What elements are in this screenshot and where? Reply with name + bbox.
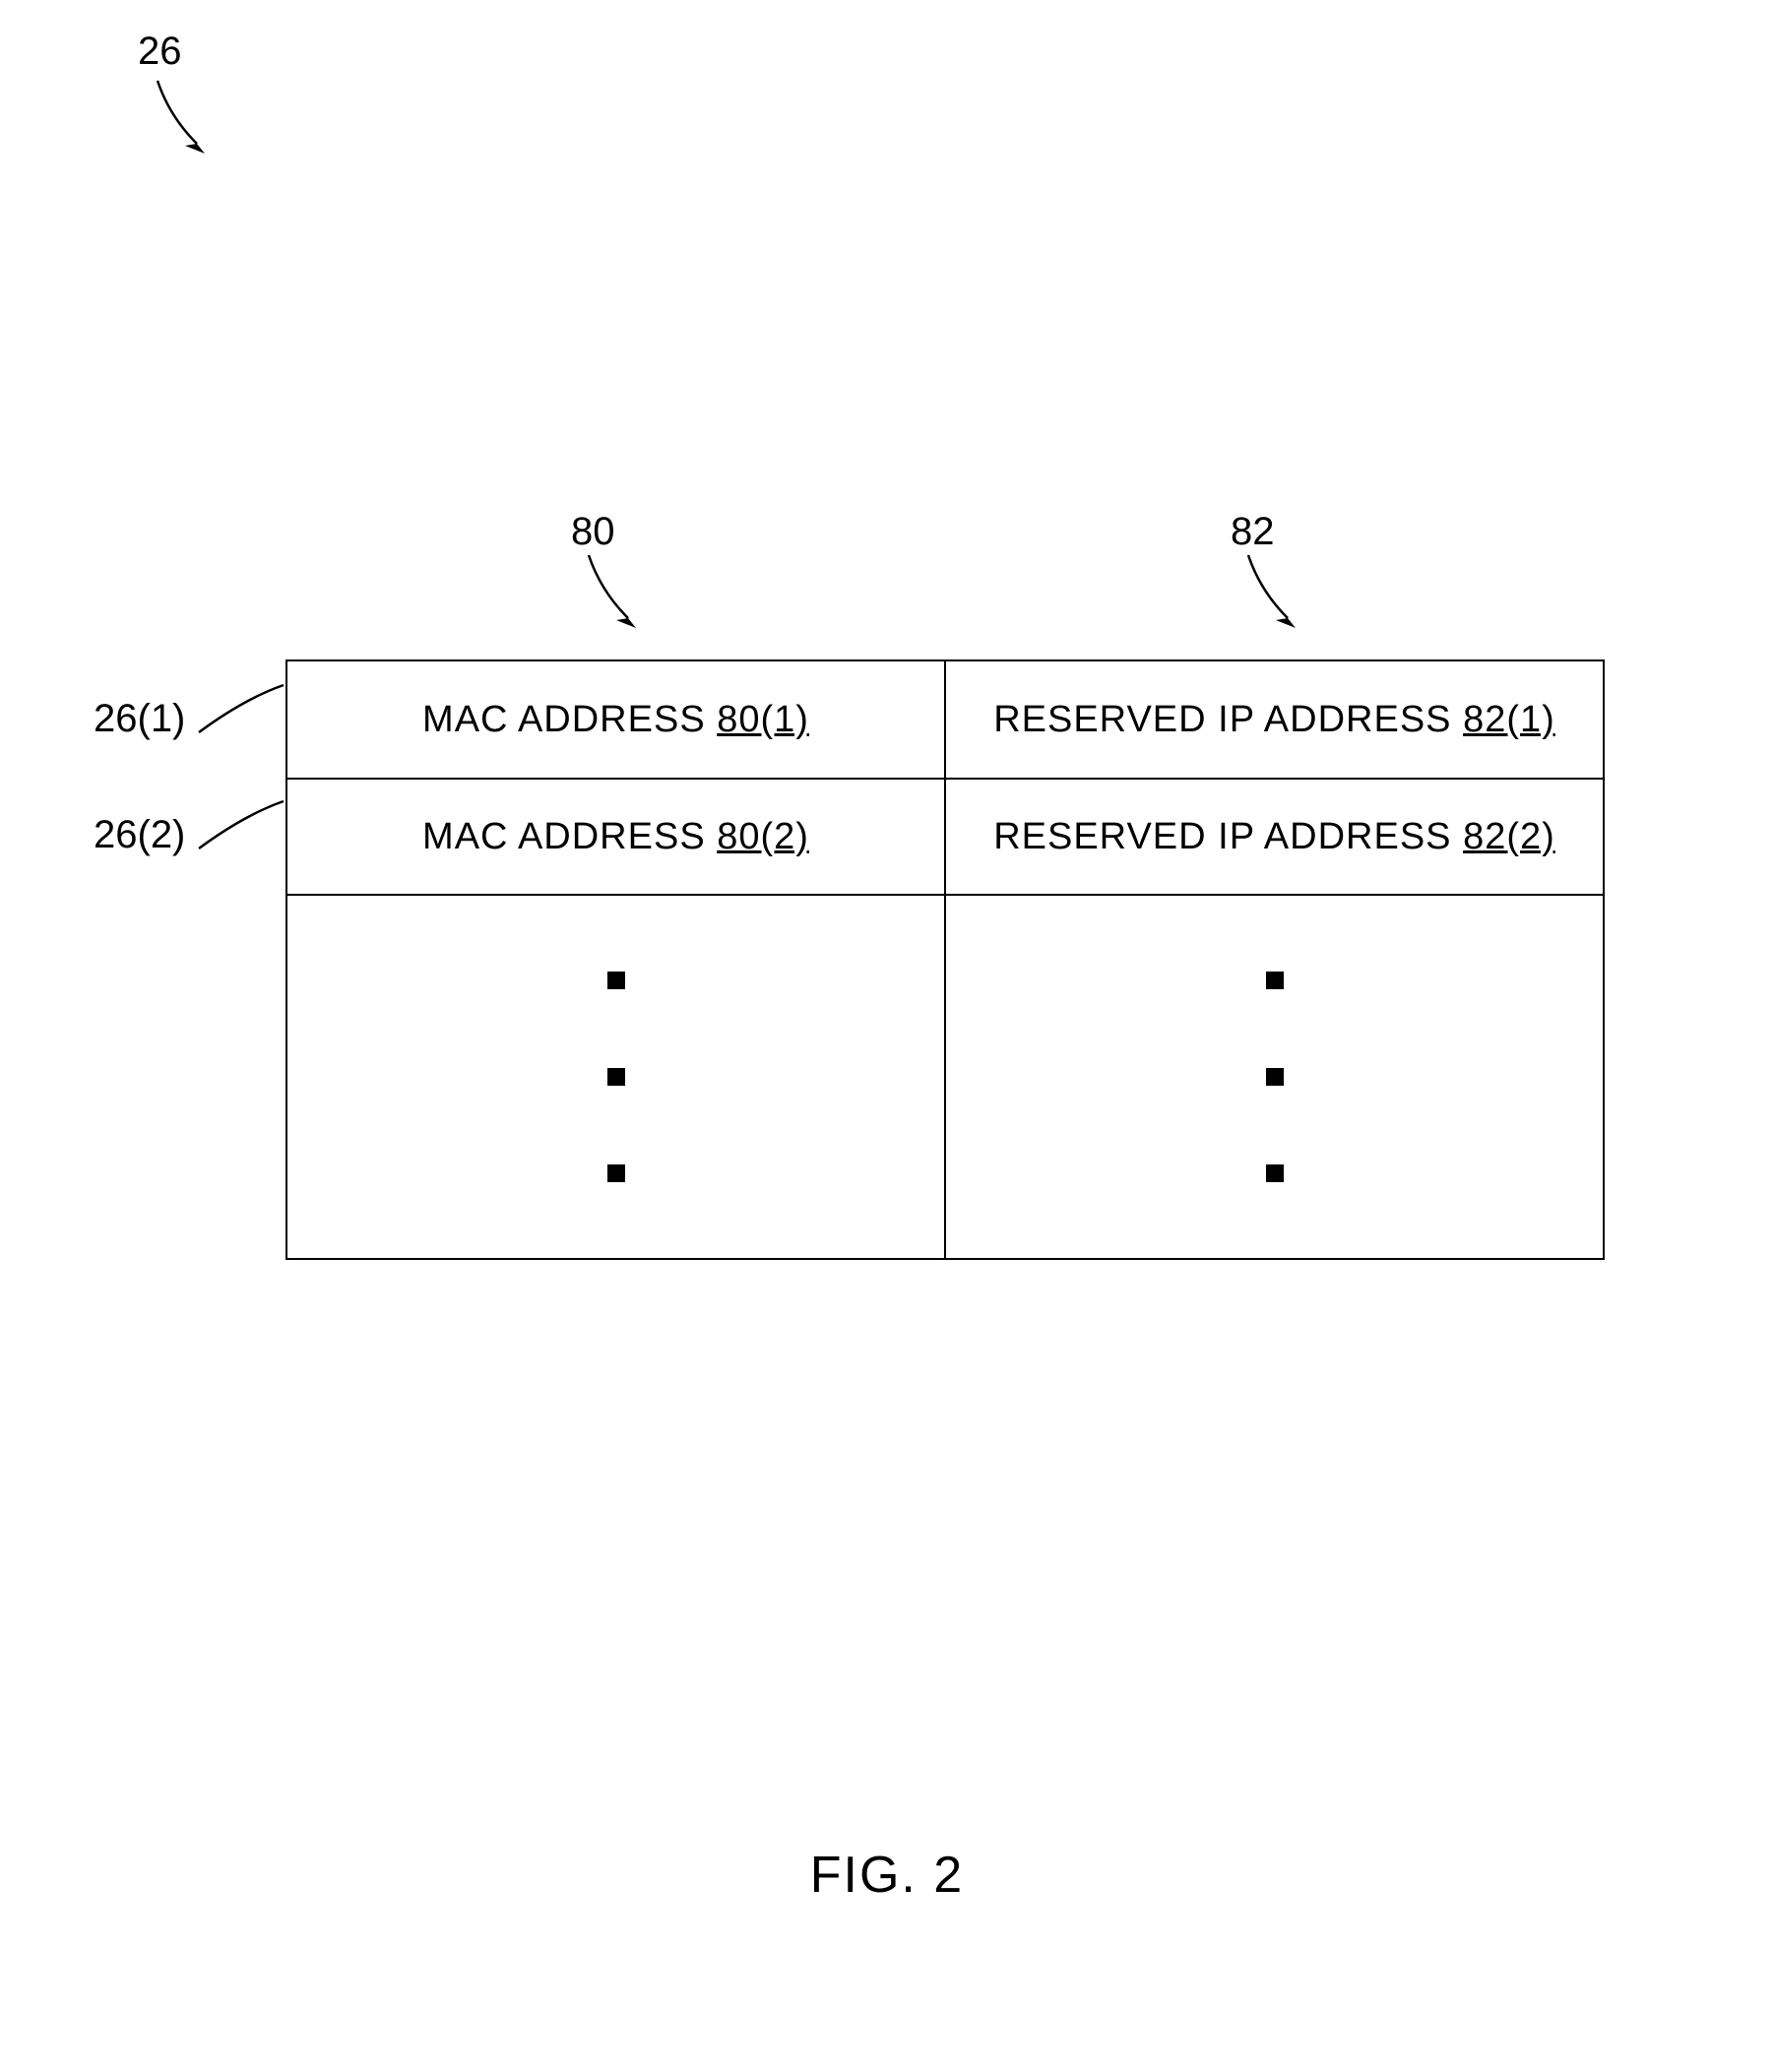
mapping-table: MAC ADDRESS 80(1) RESERVED IP ADDRESS 82… [285, 659, 1605, 1260]
dot-icon [1266, 1164, 1284, 1182]
row-ref-26-2: 26(2) [94, 813, 185, 857]
lead-row-26-1 [195, 679, 287, 738]
lead-row-26-2 [195, 795, 287, 854]
row-ref-26-1: 26(1) [94, 697, 185, 741]
dot-icon [607, 972, 625, 989]
figure-caption: FIG. 2 [0, 1846, 1774, 1905]
dot-icon [1266, 972, 1284, 989]
arrow-col-80 [581, 551, 650, 640]
cell-ip-1: RESERVED IP ADDRESS 82(1) [944, 661, 1603, 778]
cell-text: RESERVED IP ADDRESS 82(2) [993, 816, 1555, 858]
col-ref-80: 80 [571, 510, 615, 554]
cell-mac-2: MAC ADDRESS 80(2) [287, 780, 944, 894]
vdots-col2 [944, 896, 1603, 1258]
cell-ip-2: RESERVED IP ADDRESS 82(2) [944, 780, 1603, 894]
figure-ref-26: 26 [138, 30, 182, 74]
table-row: MAC ADDRESS 80(2) RESERVED IP ADDRESS 82… [287, 778, 1603, 894]
dot-icon [607, 1164, 625, 1182]
table-continuation [287, 894, 1603, 1258]
dot-icon [607, 1068, 625, 1086]
cell-text: MAC ADDRESS 80(2) [422, 816, 809, 858]
table-row: MAC ADDRESS 80(1) RESERVED IP ADDRESS 82… [287, 661, 1603, 778]
dot-icon [1266, 1068, 1284, 1086]
vdots-col1 [287, 896, 944, 1258]
cell-mac-1: MAC ADDRESS 80(1) [287, 661, 944, 778]
cell-text: MAC ADDRESS 80(1) [422, 699, 809, 741]
arrow-26 [150, 77, 219, 165]
col-ref-82: 82 [1231, 510, 1275, 554]
cell-text: RESERVED IP ADDRESS 82(1) [993, 699, 1555, 741]
arrow-col-82 [1240, 551, 1309, 640]
